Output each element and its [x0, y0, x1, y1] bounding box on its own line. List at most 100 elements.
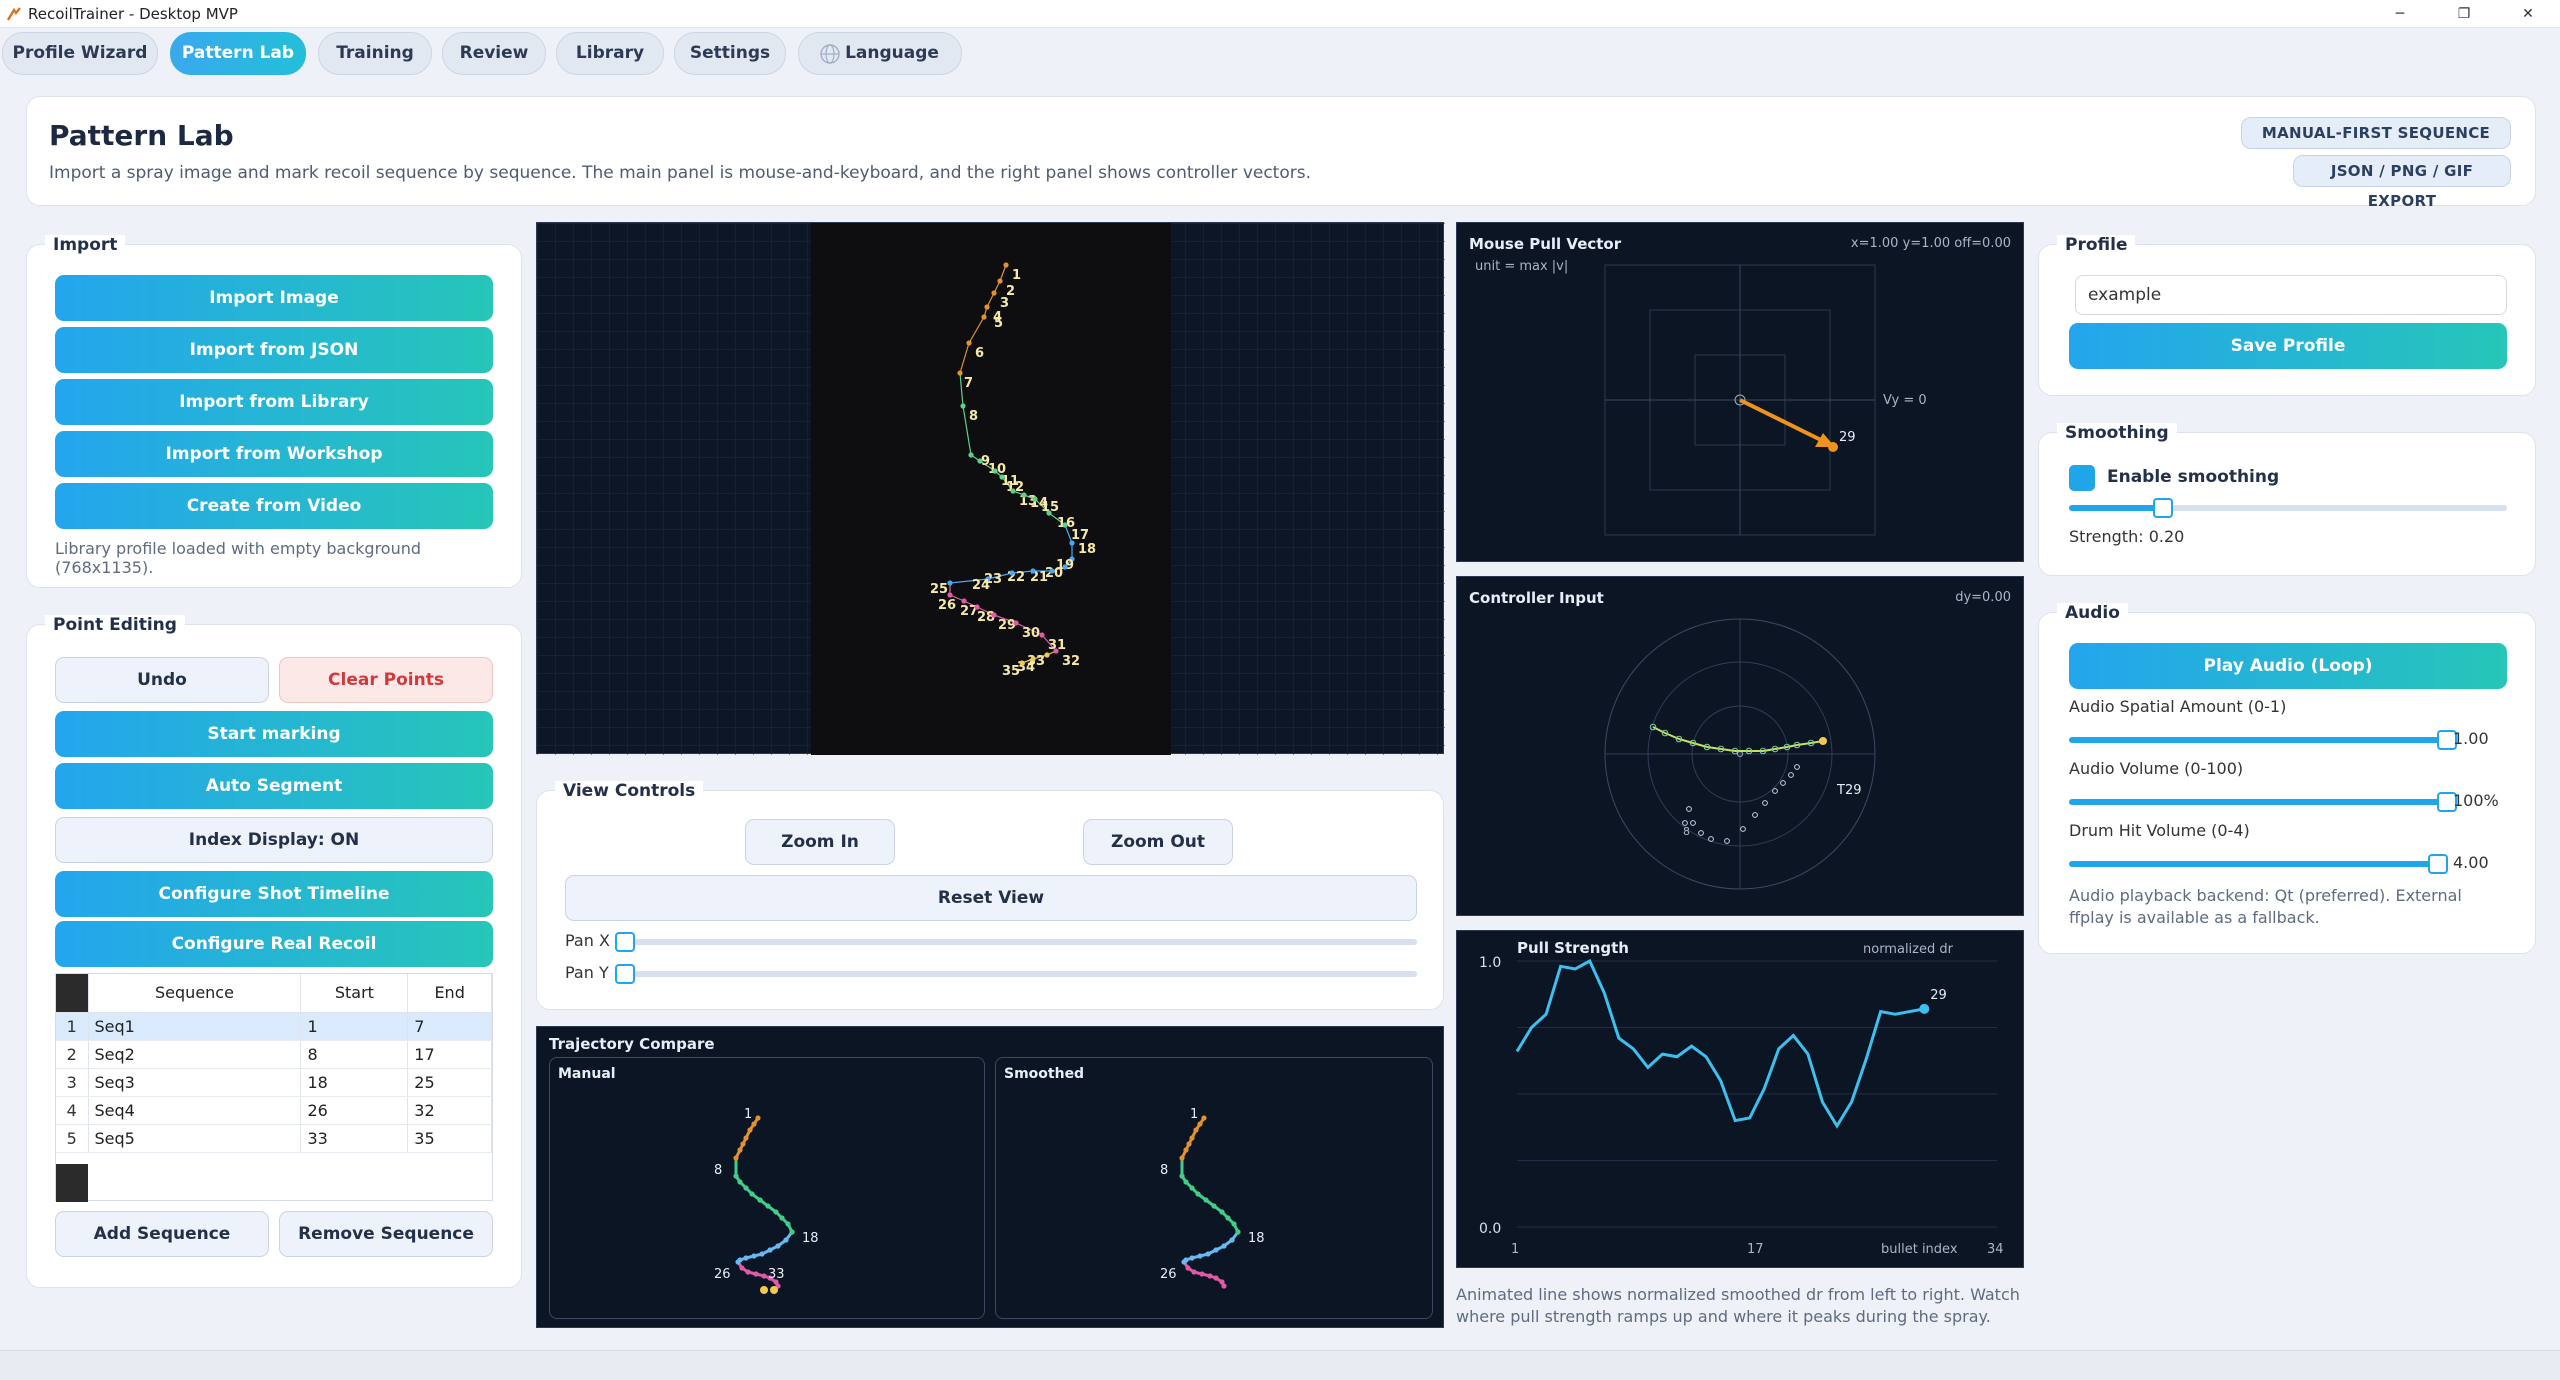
table-row[interactable]: 3 Seq3 18 25 [56, 1068, 492, 1097]
configure-recoil-button[interactable]: Configure Real Recoil [55, 921, 493, 967]
cell-start[interactable]: 1 [300, 1012, 409, 1041]
spray-point[interactable] [981, 314, 987, 320]
table-row[interactable]: 5 Seq5 33 35 [56, 1124, 492, 1153]
cell-end[interactable]: 35 [407, 1124, 492, 1153]
save-profile-button[interactable]: Save Profile [2069, 323, 2507, 369]
table-row[interactable]: 2 Seq2 8 17 [56, 1040, 492, 1069]
spray-point[interactable] [1010, 488, 1016, 494]
import-library-button[interactable]: Import from Library [55, 379, 493, 425]
spray-point[interactable] [984, 304, 990, 310]
spray-point[interactable] [947, 592, 953, 598]
maximize-icon[interactable]: ❐ [2432, 0, 2496, 28]
cell-sequence[interactable]: Seq1 [88, 1012, 302, 1041]
enable-smoothing-checkbox[interactable] [2069, 465, 2095, 491]
pan-x-track[interactable] [615, 939, 1417, 945]
cell-end[interactable]: 7 [407, 1012, 492, 1041]
configure-timeline-button[interactable]: Configure Shot Timeline [55, 871, 493, 917]
spray-point[interactable] [1062, 564, 1068, 570]
col-sequence[interactable]: Sequence [88, 974, 302, 1013]
spray-point[interactable] [947, 580, 953, 586]
cell-start[interactable]: 33 [300, 1124, 409, 1153]
pan-x-handle[interactable] [615, 932, 635, 952]
spray-point[interactable] [1019, 660, 1025, 666]
spray-point[interactable] [991, 290, 997, 296]
zoom-out-button[interactable]: Zoom Out [1083, 819, 1233, 865]
tab-pattern-lab[interactable]: Pattern Lab [170, 32, 306, 75]
index-display-button[interactable]: Index Display: ON [55, 817, 493, 863]
spray-point[interactable] [1069, 540, 1075, 546]
cell-end[interactable]: 32 [407, 1096, 492, 1125]
zoom-in-button[interactable]: Zoom In [745, 819, 895, 865]
import-image-button[interactable]: Import Image [55, 275, 493, 321]
auto-segment-button[interactable]: Auto Segment [55, 763, 493, 809]
tab-library[interactable]: Library [556, 32, 664, 75]
spray-point[interactable] [1053, 648, 1059, 654]
create-from-video-button[interactable]: Create from Video [55, 483, 493, 529]
spray-point[interactable] [997, 278, 1003, 284]
start-marking-button[interactable]: Start marking [55, 711, 493, 757]
import-workshop-button[interactable]: Import from Workshop [55, 431, 493, 477]
enable-smoothing-label[interactable]: Enable smoothing [2107, 467, 2279, 487]
spray-point[interactable] [1030, 568, 1036, 574]
tab-training[interactable]: Training [318, 32, 432, 75]
tab-settings[interactable]: Settings [674, 32, 786, 75]
spray-point[interactable] [1039, 632, 1045, 638]
spray-point[interactable] [1003, 262, 1009, 268]
pan-y-handle[interactable] [615, 964, 635, 984]
col-end[interactable]: End [407, 974, 492, 1013]
spray-point[interactable] [1062, 522, 1068, 528]
cell-end[interactable]: 25 [407, 1068, 492, 1097]
reset-view-button[interactable]: Reset View [565, 875, 1417, 921]
pan-y-track[interactable] [615, 971, 1417, 977]
cell-start[interactable]: 8 [300, 1040, 409, 1069]
cell-sequence[interactable]: Seq3 [88, 1068, 302, 1097]
cell-end[interactable]: 17 [407, 1040, 492, 1069]
table-corner[interactable] [56, 974, 88, 1012]
spray-point[interactable] [991, 612, 997, 618]
cell-start[interactable]: 26 [300, 1096, 409, 1125]
cell-sequence[interactable]: Seq5 [88, 1124, 302, 1153]
col-start[interactable]: Start [300, 974, 409, 1013]
smoothing-handle[interactable] [2152, 498, 2173, 518]
spray-point[interactable] [974, 604, 980, 610]
tab-profile-wizard[interactable]: Profile Wizard [2, 32, 158, 75]
add-sequence-button[interactable]: Add Sequence [55, 1211, 269, 1257]
spray-point[interactable] [1009, 570, 1015, 576]
close-icon[interactable]: ✕ [2496, 0, 2560, 28]
pan-y-label: Pan Y [565, 963, 609, 982]
spray-point[interactable] [1044, 652, 1050, 658]
trajectory-point [1221, 1283, 1227, 1289]
tab-language[interactable]: Language [798, 32, 962, 75]
spray-point[interactable] [1013, 620, 1019, 626]
spray-point[interactable] [961, 598, 967, 604]
spray-point[interactable] [1046, 510, 1052, 516]
spray-point[interactable] [960, 403, 966, 409]
spray-point[interactable] [999, 474, 1005, 480]
drum-handle[interactable] [2428, 854, 2449, 874]
minimize-icon[interactable]: ─ [2368, 0, 2432, 28]
cell-start[interactable]: 18 [300, 1068, 409, 1097]
undo-button[interactable]: Undo [55, 657, 269, 703]
trajectory-point [749, 1191, 755, 1197]
spray-point[interactable] [1049, 568, 1055, 574]
table-row[interactable]: 1 Seq1 1 7 [56, 1012, 492, 1041]
spray-point[interactable] [966, 340, 972, 346]
remove-sequence-button[interactable]: Remove Sequence [279, 1211, 493, 1257]
spray-point[interactable] [977, 458, 983, 464]
spray-point[interactable] [1032, 496, 1038, 502]
spray-point-label: 6 [975, 346, 984, 361]
cell-sequence[interactable]: Seq2 [88, 1040, 302, 1069]
play-audio-button[interactable]: Play Audio (Loop) [2069, 643, 2507, 689]
spray-point[interactable] [992, 468, 998, 474]
clear-points-button[interactable]: Clear Points [279, 657, 493, 703]
table-row[interactable]: 4 Seq4 26 32 [56, 1096, 492, 1125]
profile-name-input[interactable] [2075, 275, 2507, 315]
tab-review[interactable]: Review [442, 32, 546, 75]
pattern-canvas[interactable]: 1234567891011121314151617181920212223242… [536, 222, 1445, 755]
spray-point[interactable] [957, 370, 963, 376]
cell-sequence[interactable]: Seq4 [88, 1096, 302, 1125]
pull-strength-line [1515, 958, 1925, 1129]
spray-point[interactable] [968, 452, 974, 458]
spray-point[interactable] [1021, 492, 1027, 498]
import-json-button[interactable]: Import from JSON [55, 327, 493, 373]
